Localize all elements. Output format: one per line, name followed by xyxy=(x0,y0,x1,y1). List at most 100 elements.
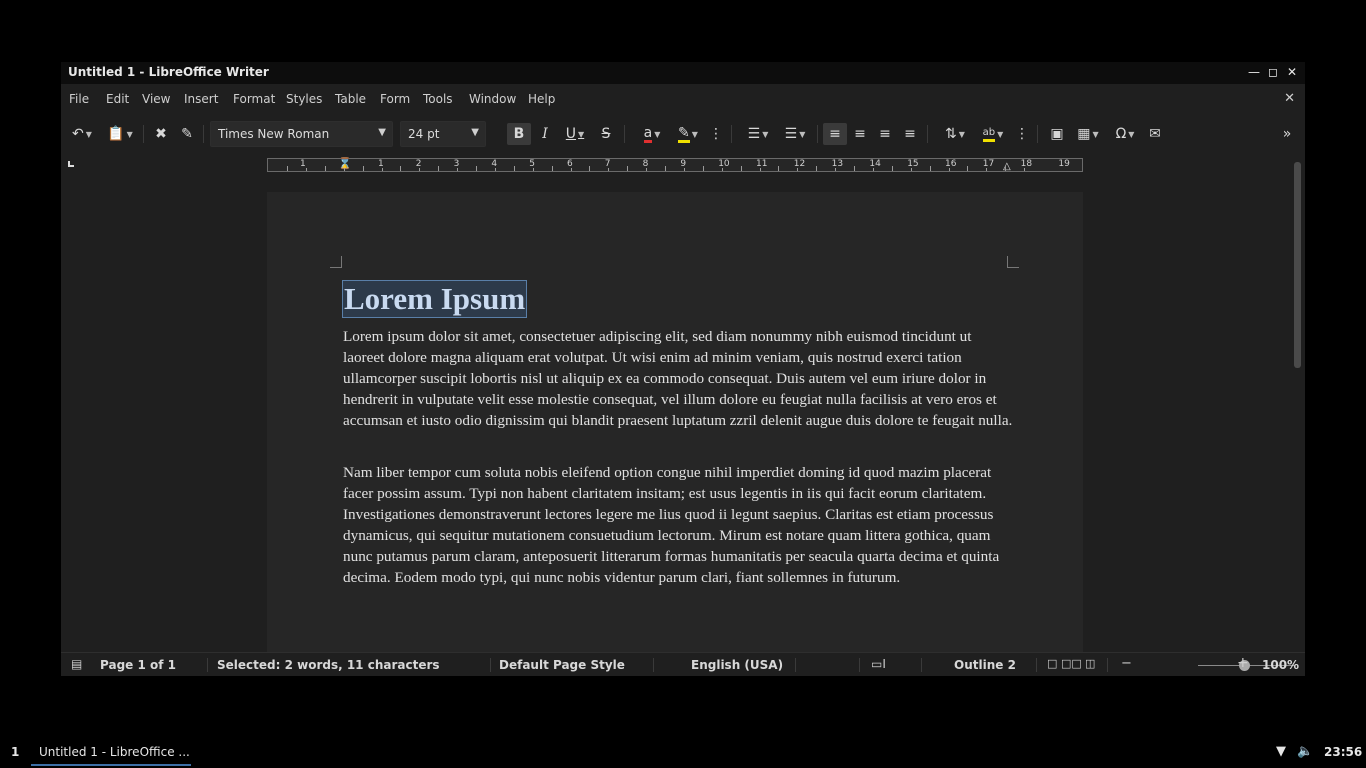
bold-button[interactable]: B xyxy=(507,123,531,145)
wifi-icon[interactable]: ▼ xyxy=(1276,744,1286,759)
menu-table[interactable]: Table xyxy=(335,92,366,106)
bullet-list-icon[interactable]: ☰ ▼ xyxy=(741,123,775,145)
chevron-down-icon: ▼ xyxy=(997,129,1004,139)
language[interactable]: English (USA) xyxy=(691,658,783,672)
chevron-down-icon[interactable]: ▼ xyxy=(471,127,479,138)
ruler-tick xyxy=(419,168,421,171)
menu-window[interactable]: Window xyxy=(469,92,516,106)
menu-styles[interactable]: Styles xyxy=(286,92,322,106)
ruler-area: 1 ⌛ △ 1 2 3 4 5 6 7 8 9 10 11 12 13 14 15 16 17 18 19 xyxy=(61,154,1291,180)
ruler-tick xyxy=(797,168,799,171)
ruler-tick xyxy=(948,168,950,171)
volume-icon[interactable]: 🔈 xyxy=(1297,744,1313,759)
status-separator xyxy=(795,658,796,672)
zoom-out-icon[interactable]: − xyxy=(1121,656,1132,671)
chevron-down-icon[interactable]: ▼ xyxy=(378,127,386,138)
ruler-tick xyxy=(1005,166,1007,171)
status-separator xyxy=(921,658,922,672)
zoom-in-icon[interactable]: + xyxy=(1237,655,1249,671)
selection-count[interactable]: Selected: 2 words, 11 characters xyxy=(217,658,440,672)
special-character-icon[interactable]: Ω ▼ xyxy=(1108,123,1142,145)
toolbar-overflow-icon[interactable]: » xyxy=(1277,123,1297,145)
strikethrough-button[interactable]: S xyxy=(596,123,616,145)
status-separator xyxy=(1107,658,1108,672)
clone-formatting-icon[interactable]: ✎ xyxy=(177,123,197,145)
insert-table-icon[interactable]: ▦ ▼ xyxy=(1071,123,1105,145)
undo-icon[interactable]: ↶ ▼ xyxy=(67,123,97,145)
menu-tools[interactable]: Tools xyxy=(423,92,453,106)
align-right-icon[interactable]: ≡ xyxy=(874,123,896,145)
font-name-box[interactable]: Times New Roman ▼ xyxy=(210,121,393,147)
paragraph-1[interactable]: Lorem ipsum dolor sit amet, consectetuer… xyxy=(343,326,1013,431)
document-area: Lorem Ipsum Lorem ipsum dolor sit amet, … xyxy=(61,180,1291,652)
paragraph-background-icon[interactable]: ab ▼ xyxy=(975,123,1011,145)
menu-insert[interactable]: Insert xyxy=(184,92,218,106)
vertical-scrollbar[interactable] xyxy=(1291,154,1305,652)
menu-file[interactable]: File xyxy=(69,92,89,106)
italic-button[interactable]: I xyxy=(535,123,555,145)
text-boundary-corner xyxy=(330,256,342,268)
clear-formatting-icon[interactable]: ✖ xyxy=(151,123,171,145)
ruler-number: 13 xyxy=(831,159,844,169)
align-center-icon[interactable]: ≡ xyxy=(849,123,871,145)
close-document-icon[interactable]: ✕ xyxy=(1284,91,1295,106)
ruler-number: 16 xyxy=(945,159,957,169)
indent-marker-icon[interactable]: ⌛ xyxy=(338,157,352,170)
ruler-tick xyxy=(362,166,364,171)
insert-image-icon[interactable]: ▣ xyxy=(1046,123,1068,145)
single-page-view-icon[interactable]: □ xyxy=(1047,657,1057,670)
ruler-tick xyxy=(551,166,553,171)
ruler-number: 15 xyxy=(907,159,919,169)
justify-icon[interactable]: ≡ xyxy=(899,123,921,145)
status-separator xyxy=(490,658,491,672)
ruler-number: 1 xyxy=(300,159,306,169)
font-size-box[interactable]: 24 pt ▼ xyxy=(400,121,486,147)
right-indent-marker-icon[interactable]: △ xyxy=(1003,161,1011,172)
horizontal-ruler[interactable]: 1 ⌛ △ 1 2 3 4 5 6 7 8 9 10 11 12 13 14 15 16 17 18 19 xyxy=(267,157,1083,172)
menu-edit[interactable]: Edit xyxy=(106,92,129,106)
app-window: Untitled 1 - LibreOffice Writer — ◻ ✕ Fi… xyxy=(61,62,1305,676)
multi-page-view-icon[interactable]: □□ xyxy=(1061,657,1082,670)
ruler-tick xyxy=(513,166,515,171)
minimize-icon[interactable]: — xyxy=(1247,65,1261,79)
outline-level[interactable]: Outline 2 xyxy=(954,658,1016,672)
ruler-tick xyxy=(702,166,704,171)
title-bar[interactable]: Untitled 1 - LibreOffice Writer — ◻ ✕ xyxy=(61,62,1305,84)
ruler-tick xyxy=(778,166,780,171)
toolbar-separator xyxy=(143,125,144,143)
more-options-icon[interactable]: ⋮ xyxy=(1015,123,1029,145)
page-style[interactable]: Default Page Style xyxy=(499,658,625,672)
underline-button[interactable]: U ▼ xyxy=(558,123,592,145)
paragraph-2[interactable]: Nam liber tempor cum soluta nobis eleife… xyxy=(343,462,1013,588)
chevron-down-icon: ▼ xyxy=(691,129,698,139)
insert-comment-icon[interactable]: ✉ xyxy=(1145,123,1165,145)
numbered-list-icon[interactable]: ☰ ▼ xyxy=(778,123,812,145)
tab-stop-selector-icon[interactable] xyxy=(68,161,74,167)
menu-form[interactable]: Form xyxy=(380,92,410,106)
save-status-icon[interactable]: ▤ xyxy=(71,657,82,671)
page-count[interactable]: Page 1 of 1 xyxy=(100,658,176,672)
menu-help[interactable]: Help xyxy=(528,92,555,106)
scrollbar-thumb[interactable] xyxy=(1294,162,1301,368)
chevron-down-icon: ▼ xyxy=(799,129,806,139)
zoom-level[interactable]: 100% xyxy=(1262,658,1299,672)
more-options-icon[interactable]: ⋮ xyxy=(709,123,723,145)
line-spacing-icon[interactable]: ⇅ ▼ xyxy=(937,123,973,145)
book-view-icon[interactable]: ◫ xyxy=(1085,657,1095,670)
formatting-toolbar: ↶ ▼ 📋 ▼ ✖ ✎ Times New Roman ▼ 24 pt ▼ B I … xyxy=(61,117,1305,151)
window-title: Untitled 1 - LibreOffice Writer xyxy=(68,65,269,79)
align-left-icon[interactable]: ≡ xyxy=(823,123,847,145)
paste-icon[interactable]: 📋 ▼ xyxy=(105,123,135,145)
font-color-icon[interactable]: a ▼ xyxy=(635,123,669,145)
insert-mode-icon[interactable]: ▭I xyxy=(871,657,886,671)
menu-format[interactable]: Format xyxy=(233,92,275,106)
maximize-icon[interactable]: ◻ xyxy=(1266,65,1280,79)
close-icon[interactable]: ✕ xyxy=(1285,65,1299,79)
ruler-tick xyxy=(532,168,534,171)
workspace-number[interactable]: 1 xyxy=(11,745,19,759)
menu-view[interactable]: View xyxy=(142,92,170,106)
highlight-color-icon[interactable]: ✎ ▼ xyxy=(671,123,705,145)
document-heading[interactable]: Lorem Ipsum xyxy=(342,280,528,318)
taskbar-item-writer[interactable]: Untitled 1 - LibreOffice ... xyxy=(31,740,191,766)
document-page[interactable]: Lorem Ipsum Lorem ipsum dolor sit amet, … xyxy=(267,192,1083,652)
